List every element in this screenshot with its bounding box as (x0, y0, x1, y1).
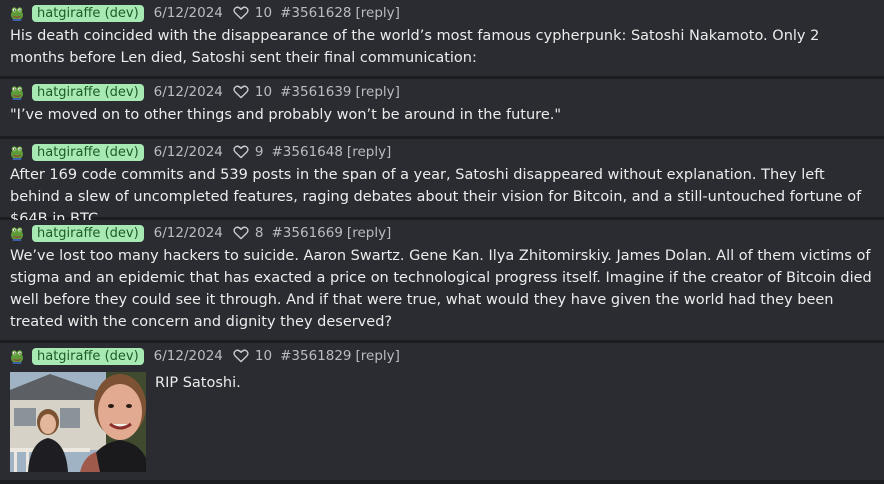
heart-icon[interactable] (233, 349, 249, 363)
reply-link[interactable]: [reply] (356, 5, 400, 21)
post-3561829: hatgiraffe (dev) 6/12/2024 10 #3561829 [… (0, 343, 884, 480)
author-badge[interactable]: hatgiraffe (dev) (32, 143, 144, 161)
post-body: RIP Satoshi. (155, 375, 241, 391)
like-count: 8 (254, 225, 264, 241)
post-date: 6/12/2024 (153, 348, 223, 364)
post-id-link[interactable]: #3561639 (280, 84, 351, 100)
post-body: We’ve lost too many hackers to suicide. … (10, 248, 872, 330)
frog-avatar-icon[interactable] (10, 348, 24, 364)
reply-link[interactable]: [reply] (347, 225, 391, 241)
post-meta: hatgiraffe (dev) 6/12/2024 10 #3561639 [… (10, 82, 874, 102)
like-count: 9 (254, 144, 264, 160)
attached-photo[interactable] (10, 372, 146, 472)
post-3561628: hatgiraffe (dev) 6/12/2024 10 #3561628 [… (0, 0, 884, 76)
frog-avatar-icon[interactable] (10, 225, 24, 241)
frog-avatar-icon[interactable] (10, 144, 24, 160)
post-id-link[interactable]: #3561648 (271, 144, 342, 160)
heart-icon[interactable] (233, 226, 249, 240)
author-badge[interactable]: hatgiraffe (dev) (32, 347, 144, 365)
reply-link[interactable]: [reply] (347, 144, 391, 160)
like-count: 10 (254, 84, 273, 100)
post-3561669: hatgiraffe (dev) 6/12/2024 8 #3561669 [r… (0, 220, 884, 340)
heart-icon[interactable] (233, 85, 249, 99)
post-id-link[interactable]: #3561628 (280, 5, 351, 21)
post-meta: hatgiraffe (dev) 6/12/2024 10 #3561628 [… (10, 3, 874, 23)
post-meta: hatgiraffe (dev) 6/12/2024 8 #3561669 [r… (10, 223, 874, 243)
post-date: 6/12/2024 (153, 225, 223, 241)
thread: hatgiraffe (dev) 6/12/2024 10 #3561628 [… (0, 0, 884, 484)
heart-icon[interactable] (233, 145, 249, 159)
reply-link[interactable]: [reply] (356, 348, 400, 364)
heart-icon[interactable] (233, 6, 249, 20)
frog-avatar-icon[interactable] (10, 5, 24, 21)
post-date: 6/12/2024 (153, 5, 223, 21)
post-3561639: hatgiraffe (dev) 6/12/2024 10 #3561639 [… (0, 79, 884, 136)
like-count: 10 (254, 348, 273, 364)
post-body: His death coincided with the disappearan… (10, 28, 820, 66)
post-media-row: RIP Satoshi. (10, 372, 874, 472)
post-id-link[interactable]: #3561669 (271, 225, 342, 241)
post-date: 6/12/2024 (153, 144, 223, 160)
reply-link[interactable]: [reply] (356, 84, 400, 100)
post-body: "I’ve moved on to other things and proba… (10, 107, 562, 123)
like-count: 10 (254, 5, 273, 21)
post-date: 6/12/2024 (153, 84, 223, 100)
author-badge[interactable]: hatgiraffe (dev) (32, 224, 144, 242)
post-3561648: hatgiraffe (dev) 6/12/2024 9 #3561648 [r… (0, 139, 884, 227)
post-meta: hatgiraffe (dev) 6/12/2024 9 #3561648 [r… (10, 142, 874, 162)
frog-avatar-icon[interactable] (10, 84, 24, 100)
post-id-link[interactable]: #3561829 (280, 348, 351, 364)
post-meta: hatgiraffe (dev) 6/12/2024 10 #3561829 [… (10, 346, 874, 366)
author-badge[interactable]: hatgiraffe (dev) (32, 83, 144, 101)
author-badge[interactable]: hatgiraffe (dev) (32, 4, 144, 22)
